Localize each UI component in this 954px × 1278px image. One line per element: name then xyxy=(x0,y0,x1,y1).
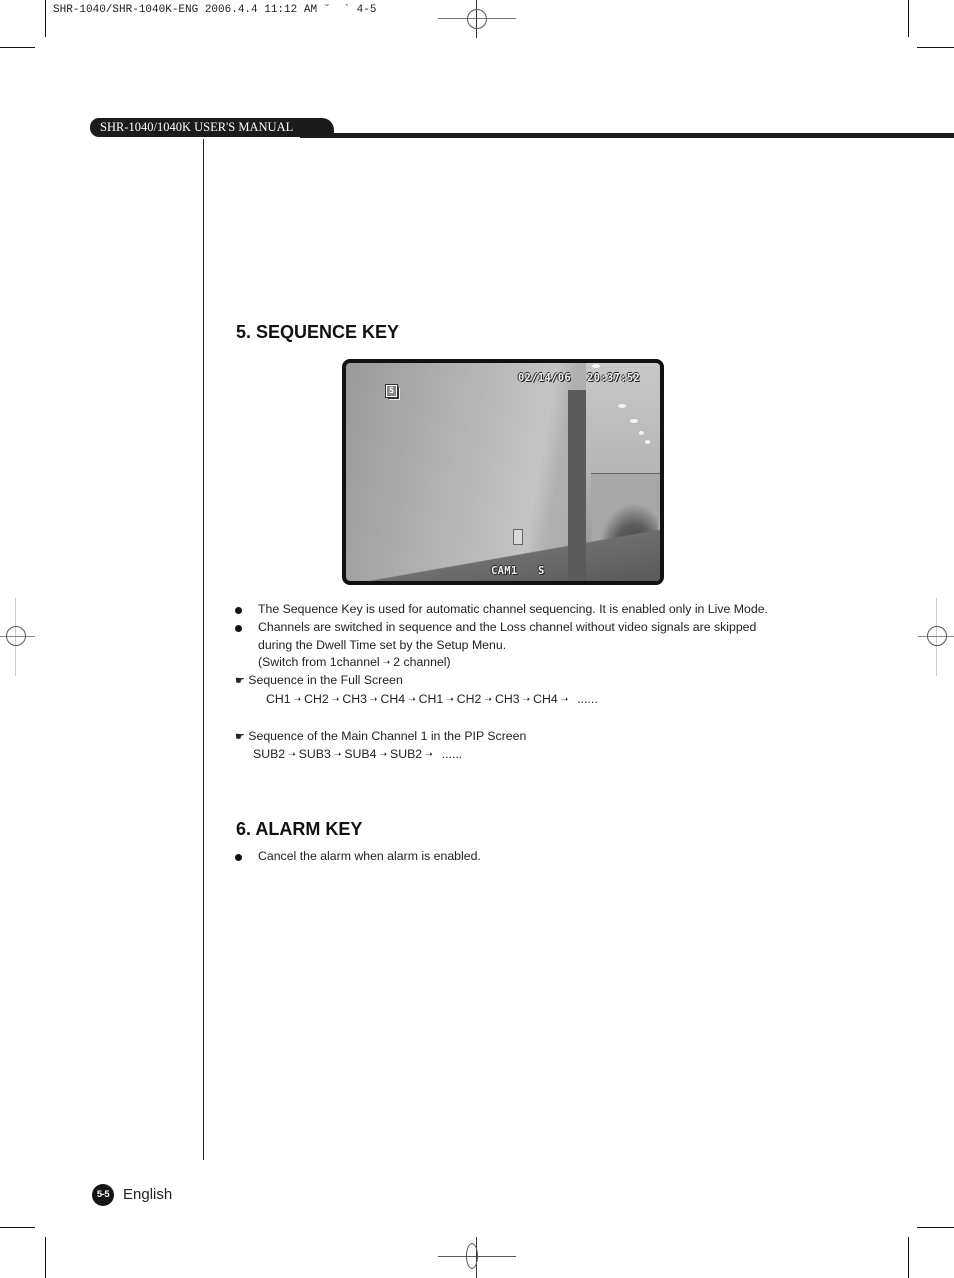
osd-mode: S xyxy=(538,565,545,577)
crop-mark xyxy=(908,0,909,37)
crop-mark xyxy=(917,47,954,48)
sequence-step: CH3 xyxy=(494,692,520,706)
pip-screen-label-text: Sequence of the Main Channel 1 in the PI… xyxy=(248,729,527,743)
camera-screenshot: S 02/14/06 20:37:52 CAM1 S xyxy=(342,359,664,585)
sequence-step: CH3 xyxy=(342,692,367,706)
sequence-step: CH1 xyxy=(418,692,444,706)
arrow-icon: ➝ xyxy=(379,749,388,759)
arrow-icon: ➝ xyxy=(522,694,531,704)
bullet-text: The Sequence Key is used for automatic c… xyxy=(258,602,768,616)
arrow-icon: ➝ xyxy=(331,694,340,704)
sequence-step: SUB2 xyxy=(253,747,286,761)
pointing-hand-icon: ☛ xyxy=(235,675,245,687)
registration-mark-bottom xyxy=(438,1237,516,1278)
arrow-icon: ➝ xyxy=(382,657,391,667)
sequence-mode-icon: S xyxy=(385,384,398,398)
switch-note-suffix: 2 channel) xyxy=(393,655,451,669)
ceiling-light xyxy=(630,419,638,423)
crop-mark xyxy=(45,1237,46,1278)
ceiling-light xyxy=(645,440,650,444)
sequence-step: CH4 xyxy=(380,692,406,706)
bullet-text-continued: during the Dwell Time set by the Setup M… xyxy=(258,638,507,652)
sequence-step: ...... xyxy=(441,747,463,761)
bullet-text: Cancel the alarm when alarm is enabled. xyxy=(258,849,481,863)
sequence-step: CH2 xyxy=(304,692,329,706)
switch-note: (Switch from 1channel ➝ 2 channel) xyxy=(258,654,451,673)
full-screen-label: ☛ Sequence in the Full Screen xyxy=(235,672,403,691)
osd-date: 02/14/06 xyxy=(518,372,571,384)
print-slug: SHR-1040/SHR-1040K-ENG 2006.4.4 11:12 AM… xyxy=(53,4,377,16)
sequence-step: CH4 xyxy=(533,692,558,706)
ceiling-light xyxy=(639,431,644,435)
osd-time: 20:37:52 xyxy=(587,372,640,384)
arrow-icon: ➝ xyxy=(446,694,454,704)
sequence-step: CH2 xyxy=(456,692,482,706)
sequence-step: SUB4 xyxy=(344,747,377,761)
section-title-sequence-key: 5. SEQUENCE KEY xyxy=(236,322,400,342)
sequence-step: SUB2 xyxy=(390,747,423,761)
sequence-step: ...... xyxy=(577,692,598,706)
crop-mark xyxy=(0,47,35,48)
crop-mark xyxy=(45,0,46,37)
arrow-icon: ➝ xyxy=(408,694,416,704)
wall-switch xyxy=(513,529,523,545)
arrow-icon: ➝ xyxy=(288,749,296,759)
crop-mark xyxy=(917,1227,954,1228)
arrow-icon: ➝ xyxy=(484,694,492,704)
pointing-hand-icon: ☛ xyxy=(235,731,245,743)
registration-mark-right xyxy=(918,598,954,678)
registration-mark-left xyxy=(0,598,36,678)
ceiling-light xyxy=(592,364,600,368)
header-rule xyxy=(300,133,954,138)
full-screen-label-text: Sequence in the Full Screen xyxy=(248,673,403,687)
arrow-icon: ➝ xyxy=(369,694,378,704)
pip-screen-label: ☛ Sequence of the Main Channel 1 in the … xyxy=(235,728,526,747)
arrow-icon: ➝ xyxy=(333,749,342,759)
page-language: English xyxy=(123,1186,173,1203)
pillar xyxy=(568,390,586,581)
crop-mark xyxy=(908,1237,909,1278)
margin-rule xyxy=(203,139,204,1160)
page-number-badge: 5-5 xyxy=(92,1184,114,1206)
bullet-icon xyxy=(235,607,242,614)
crop-mark xyxy=(0,1227,35,1228)
sequence-step: SUB3 xyxy=(298,747,331,761)
bullet-icon xyxy=(235,854,242,861)
arrow-icon: ➝ xyxy=(293,694,302,704)
registration-mark-top xyxy=(438,0,516,40)
bullet-icon xyxy=(235,625,242,632)
osd-camera-name: CAM1 xyxy=(491,565,518,577)
arrow-icon: ➝ xyxy=(425,749,433,759)
switch-note-prefix: (Switch from 1channel xyxy=(258,655,380,669)
sequence-step: CH1 xyxy=(266,692,291,706)
pip-screen-sequence: SUB2 ➝ SUB3 ➝ SUB4 ➝ SUB2 ➝...... xyxy=(253,746,462,765)
ceiling-light xyxy=(618,404,626,408)
section-title-alarm-key: 6. ALARM KEY xyxy=(236,819,363,839)
bullet-text: Channels are switched in sequence and th… xyxy=(258,620,757,634)
manual-title-tab: SHR-1040/1040K USER'S MANUAL xyxy=(90,118,334,137)
full-screen-sequence: CH1 ➝ CH2 ➝ CH3 ➝ CH4 ➝ CH1 ➝ CH2 ➝ CH3 ➝ CH4 ➝...... xyxy=(266,691,598,710)
arrow-icon: ➝ xyxy=(560,694,569,704)
